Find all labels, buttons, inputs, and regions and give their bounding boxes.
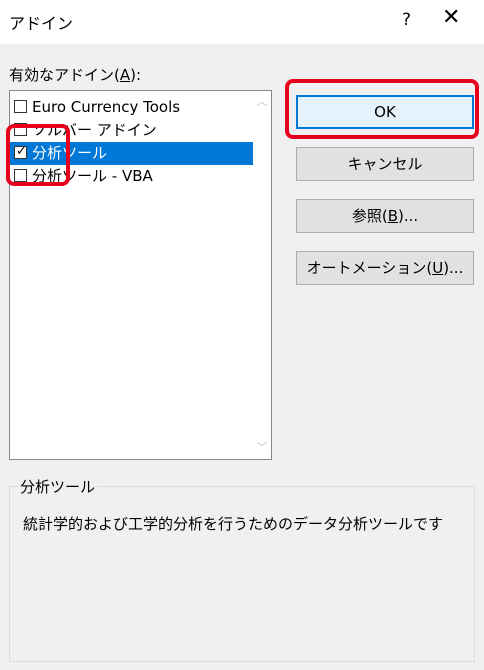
browse-button[interactable]: 参照(B)... bbox=[296, 199, 474, 233]
addins-listbox[interactable]: Euro Currency Tools ソルバー アドイン ✓ 分析ツール 分析… bbox=[9, 90, 272, 460]
cancel-button[interactable]: キャンセル bbox=[296, 147, 474, 181]
title-bar: アドイン ? ✕ bbox=[0, 0, 484, 44]
checkbox-checked[interactable]: ✓ bbox=[14, 144, 27, 159]
checkbox[interactable] bbox=[14, 169, 27, 182]
browse-label: 参照(B)... bbox=[351, 207, 419, 225]
list-item-label: ソルバー アドイン bbox=[32, 121, 157, 139]
description-title: 分析ツール bbox=[18, 476, 98, 497]
vertical-scrollbar[interactable]: ︿ ﹀ bbox=[253, 91, 271, 459]
automation-label: オートメーション(U)... bbox=[306, 259, 464, 277]
checkbox[interactable] bbox=[14, 123, 27, 136]
list-item-solver-addin[interactable]: ソルバー アドイン bbox=[10, 119, 253, 142]
list-item-analysis-toolpak-vba[interactable]: 分析ツール - VBA bbox=[10, 165, 253, 188]
dialog-title: アドイン bbox=[9, 14, 74, 33]
list-item-label: 分析ツール bbox=[32, 144, 108, 162]
scroll-down-icon[interactable]: ﹀ bbox=[253, 439, 271, 457]
scroll-up-icon[interactable]: ︿ bbox=[253, 93, 271, 111]
check-icon: ✓ bbox=[16, 144, 27, 159]
automation-button[interactable]: オートメーション(U)... bbox=[296, 251, 474, 285]
addins-dialog: アドイン ? ✕ 有効なアドイン(A): Euro Currency Tools… bbox=[0, 0, 484, 670]
list-item-label: Euro Currency Tools bbox=[32, 98, 181, 116]
close-icon[interactable]: ✕ bbox=[442, 6, 460, 30]
list-item-analysis-toolpak[interactable]: ✓ 分析ツール bbox=[10, 142, 253, 165]
list-item-euro-currency-tools[interactable]: Euro Currency Tools bbox=[10, 96, 253, 119]
addins-list-label: 有効なアドイン(A): bbox=[9, 64, 141, 85]
description-text: 統計学的および工学的分析を行うためのデータ分析ツールです bbox=[23, 515, 444, 533]
help-button[interactable]: ? bbox=[402, 10, 411, 30]
list-item-label: 分析ツール - VBA bbox=[32, 167, 153, 185]
checkbox[interactable] bbox=[14, 100, 27, 113]
list-label-text: 有効なアドイン(A): bbox=[9, 66, 142, 84]
ok-button[interactable]: OK bbox=[296, 95, 474, 129]
